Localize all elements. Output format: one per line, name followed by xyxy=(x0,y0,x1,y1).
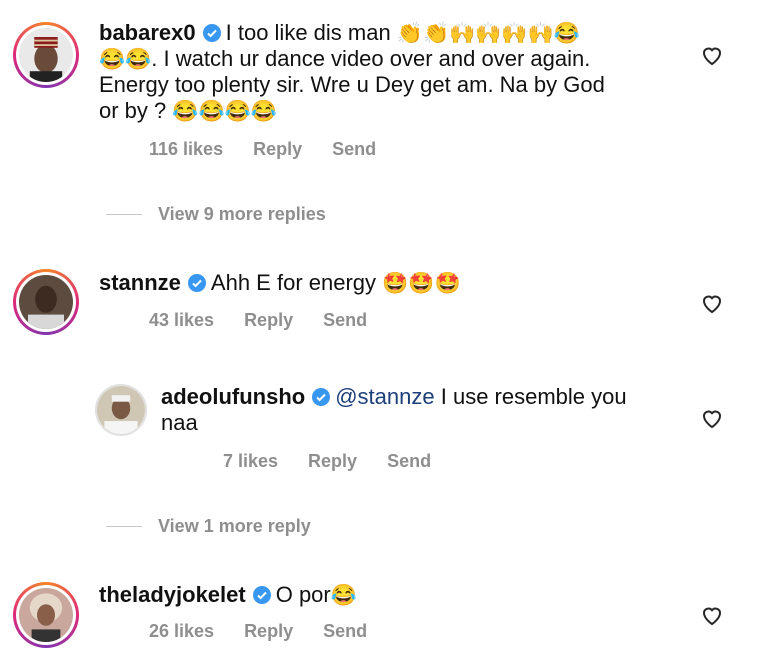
likes-count[interactable]: 26 likes xyxy=(149,621,214,641)
avatar-image xyxy=(97,386,145,434)
comment-body: stannze Ahh E for energy 🤩🤩🤩 xyxy=(99,270,659,296)
send-button[interactable]: Send xyxy=(387,451,431,471)
verified-badge-icon xyxy=(187,274,206,292)
username[interactable]: babarex0 xyxy=(99,20,196,45)
send-button[interactable]: Send xyxy=(332,139,376,159)
avatar-ring[interactable] xyxy=(13,269,79,335)
likes-count[interactable]: 116 likes xyxy=(149,139,223,159)
comment-meta: 26 likes Reply Send xyxy=(149,621,397,642)
emoji-group: 😂😂😂😂 xyxy=(172,100,277,123)
divider xyxy=(106,214,142,215)
reply-button[interactable]: Reply xyxy=(253,139,302,159)
avatar-image xyxy=(19,275,73,329)
avatar-image xyxy=(19,28,73,82)
reply-button[interactable]: Reply xyxy=(244,621,293,641)
like-heart-icon[interactable] xyxy=(700,292,724,314)
comment-meta: 43 likes Reply Send xyxy=(149,310,397,331)
emoji-group: 😂😂 xyxy=(99,48,152,71)
like-heart-icon[interactable] xyxy=(700,407,724,429)
comment-text: O por xyxy=(275,582,331,607)
mention-link[interactable]: @stannze xyxy=(335,384,434,409)
comment-body: babarex0 I too like dis man 👏👏🙌🙌🙌🙌😂 😂😂. I… xyxy=(99,20,659,124)
username[interactable]: theladyjokelet xyxy=(99,582,246,607)
emoji-group: 👏👏🙌🙌🙌🙌😂 xyxy=(396,22,580,45)
divider xyxy=(106,526,142,527)
avatar[interactable] xyxy=(16,585,76,645)
comment-text: I use resemble you xyxy=(440,384,627,409)
like-heart-icon[interactable] xyxy=(700,604,724,626)
view-more-replies[interactable]: View 9 more replies xyxy=(158,204,326,225)
emoji-group: 🤩🤩🤩 xyxy=(382,272,461,295)
reply-button[interactable]: Reply xyxy=(308,451,357,471)
verified-badge-icon xyxy=(202,24,221,42)
username[interactable]: adeolufunsho xyxy=(161,384,305,409)
emoji-group: 😂 xyxy=(330,584,357,607)
verified-badge-icon xyxy=(252,586,271,604)
comment-text: . I watch ur dance video over and over a… xyxy=(151,46,591,71)
reply-button[interactable]: Reply xyxy=(244,310,293,330)
comment-body: adeolufunsho @stannze I use resemble you … xyxy=(161,384,681,436)
comment-meta: 116 likes Reply Send xyxy=(149,139,406,160)
comment-text: or by ? xyxy=(99,98,167,123)
likes-count[interactable]: 43 likes xyxy=(149,310,214,330)
avatar-image xyxy=(19,588,73,642)
avatar[interactable] xyxy=(95,384,147,436)
verified-badge-icon xyxy=(312,388,331,406)
like-heart-icon[interactable] xyxy=(700,44,724,66)
likes-count[interactable]: 7 likes xyxy=(223,451,278,471)
avatar[interactable] xyxy=(16,25,76,85)
view-more-replies[interactable]: View 1 more reply xyxy=(158,516,311,537)
username[interactable]: stannze xyxy=(99,270,181,295)
avatar-ring[interactable] xyxy=(13,22,79,88)
avatar[interactable] xyxy=(16,272,76,332)
comment-text: Ahh E for energy xyxy=(210,270,377,295)
comment-text: I too like dis man xyxy=(225,20,391,45)
send-button[interactable]: Send xyxy=(323,621,367,641)
comment-text: Energy too plenty sir. Wre u Dey get am.… xyxy=(99,72,605,97)
comment-text: naa xyxy=(161,410,198,435)
comment-body: theladyjokelet O por😂 xyxy=(99,582,659,608)
send-button[interactable]: Send xyxy=(323,310,367,330)
comment-meta: 7 likes Reply Send xyxy=(223,451,461,472)
avatar-ring[interactable] xyxy=(13,582,79,648)
